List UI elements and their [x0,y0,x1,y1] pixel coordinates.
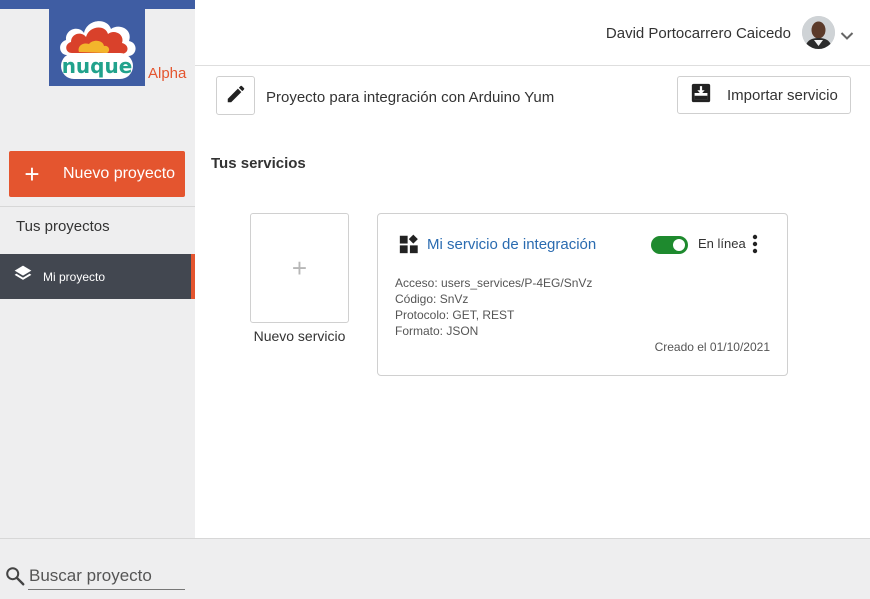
widgets-icon [398,233,420,260]
app-logo[interactable]: nuque [49,9,145,86]
sidebar: nuque Alpha + Nuevo proyecto Tus proyect… [0,0,195,538]
search-icon [4,565,26,592]
sidebar-top-strip [0,0,195,9]
new-project-button[interactable]: + Nuevo proyecto [9,151,185,197]
service-created-date: Creado el 01/10/2021 [654,340,770,354]
layers-icon [13,264,33,289]
sidebar-item-label: Mi proyecto [43,269,106,284]
new-project-label: Nuevo proyecto [63,165,176,182]
status-label: En línea [698,236,746,251]
search-box [4,563,186,591]
import-service-button[interactable]: Importar servicio [677,76,851,114]
search-input[interactable] [28,563,185,590]
new-service-label: Nuevo servicio [253,328,346,344]
plus-icon: + [24,159,40,189]
more-vertical-icon[interactable] [751,234,759,259]
import-service-label: Importar servicio [727,86,838,104]
projects-heading: Tus proyectos [16,218,110,235]
app-root: nuque Alpha + Nuevo proyecto Tus proyect… [0,0,870,599]
avatar[interactable] [802,16,835,49]
plus-icon: + [291,252,308,283]
service-format: Formato: JSON [395,324,479,338]
top-header: David Portocarrero Caicedo [195,0,870,66]
online-toggle[interactable] [651,236,688,254]
new-service-tile[interactable]: + [250,213,349,323]
sidebar-divider [0,206,195,207]
active-indicator [191,254,195,299]
service-name-link[interactable]: Mi servicio de integración [427,236,596,253]
service-access: Acceso: users_services/P-4EG/SnVz [395,276,593,290]
service-card: Mi servicio de integración En línea Acce… [377,213,788,376]
logo-wordmark: nuque [61,53,133,79]
project-title: Proyecto para integración con Arduino Yu… [266,89,555,106]
services-heading: Tus servicios [211,155,306,172]
sidebar-item-mi-proyecto[interactable]: Mi proyecto [0,254,195,299]
version-badge: Alpha [148,65,187,82]
toggle-knob [673,239,685,251]
bottom-search-bar [0,538,870,599]
edit-project-button[interactable] [216,76,255,115]
import-icon [690,82,727,108]
service-protocol: Protocolo: GET, REST [395,308,515,322]
chevron-down-icon[interactable] [840,28,854,46]
service-code: Código: SnVz [395,292,469,306]
user-name: David Portocarrero Caicedo [605,25,791,42]
pencil-icon [225,83,247,108]
